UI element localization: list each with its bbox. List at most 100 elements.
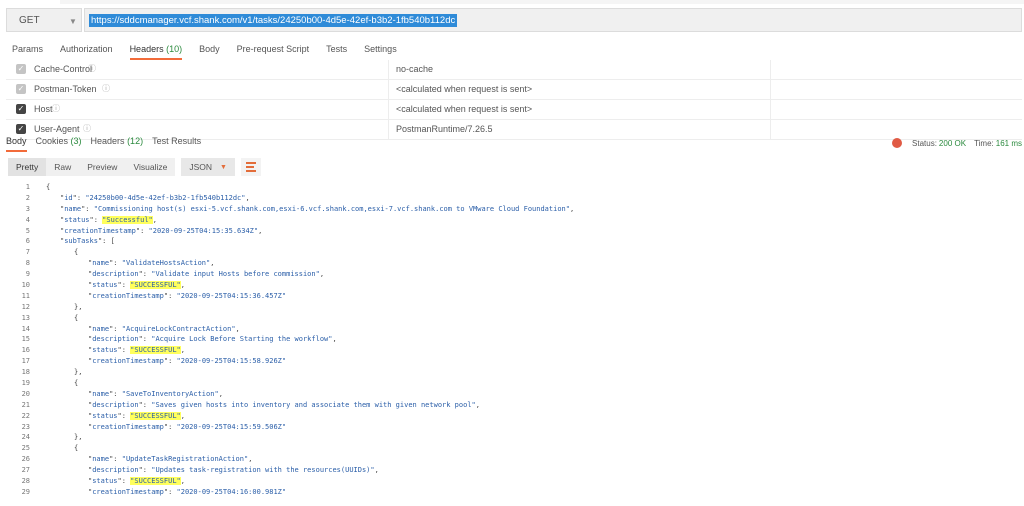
json-punct: , [475, 400, 480, 409]
code-line: 17 "creationTimestamp": "2020-09-25T04:15… [0, 356, 1024, 367]
method-select[interactable]: GET ▼ [6, 8, 82, 32]
json-value: "SaveToInventoryAction" [121, 389, 219, 398]
line-number: 14 [21, 324, 30, 333]
json-value-text: 2020-09-25T04:15:58.926Z [180, 357, 282, 366]
json-value: "2020-09-25T04:16:00.981Z" [176, 487, 287, 496]
format-select[interactable]: JSON ▼ [181, 158, 235, 176]
time-value: 161 ms [995, 138, 1022, 148]
code-text: "status": "Successful", [60, 215, 157, 224]
json-value-text: Successful [106, 215, 149, 224]
json-value: "2020-09-25T04:15:58.926Z" [176, 357, 287, 366]
line-number: 22 [21, 411, 30, 420]
tab-label: Settings [364, 44, 397, 54]
code-text: { [46, 182, 50, 193]
json-value-text: ValidateHostsAction [125, 259, 207, 268]
tab-body[interactable]: Body [199, 44, 220, 60]
code-line: 3 "name": "Commissioning host(s) esxi-5.v… [0, 204, 1024, 215]
tab-params[interactable]: Params [12, 44, 43, 60]
line-number: 23 [21, 422, 30, 431]
header-checkbox[interactable]: ✓ [16, 124, 26, 134]
method-label: GET [19, 14, 40, 26]
request-bar: GET ▼ https://sddcmanager.vcf.shank.com/… [6, 8, 1022, 32]
json-value-text: Commissioning host(s) esxi-5.vcf.shank.c… [97, 204, 566, 213]
json-key: id [64, 193, 73, 202]
line-number: 8 [25, 259, 30, 268]
tab-authorization[interactable]: Authorization [60, 44, 113, 60]
header-value[interactable]: PostmanRuntime/7.26.5 [396, 124, 493, 134]
view-visualize-button[interactable]: Visualize [125, 158, 176, 176]
time-label: Time: [974, 138, 994, 148]
header-value[interactable]: no-cache [396, 64, 433, 74]
json-punct: }, [74, 302, 83, 311]
response-tab-cookies[interactable]: Cookies (3) [36, 136, 82, 152]
response-body: 1{2 "id": "24250b00-4d5e-42ef-b3b2-1fb540… [0, 182, 1024, 498]
wrap-lines-icon[interactable] [240, 158, 261, 176]
response-tab-headers[interactable]: Headers (12) [91, 136, 144, 152]
json-value-text: SUCCESSFUL [134, 346, 177, 355]
header-checkbox[interactable]: ✓ [16, 84, 26, 94]
view-preview-button[interactable]: Preview [79, 158, 126, 176]
header-row: ✓ Postman-Token ⓘ <calculated when request … [6, 80, 1022, 100]
request-tabs: Params Authorization Headers (10) Body Pre-r… [12, 44, 414, 60]
info-icon[interactable]: ⓘ [83, 123, 91, 134]
tab-label: Headers [129, 44, 167, 54]
response-tab-test-results[interactable]: Test Results [152, 136, 201, 152]
code-line: 13 { [0, 313, 1024, 324]
json-punct: , [180, 346, 185, 355]
json-punct: }, [74, 433, 83, 442]
header-key[interactable]: User-Agent [34, 124, 80, 134]
json-key: creationTimestamp [92, 422, 164, 431]
tab-tests[interactable]: Tests [326, 44, 347, 60]
code-text: "description": "Updates task-registratio… [88, 466, 379, 475]
view-pretty-button[interactable]: Pretty [8, 158, 47, 176]
code-text: "name": "Commissioning host(s) esxi-5.vc… [60, 204, 575, 213]
wrap-icon-line [245, 162, 256, 164]
code-line: 27 "description": "Updates task-registrat… [0, 465, 1024, 476]
header-value[interactable]: <calculated when request is sent> [396, 104, 532, 114]
globe-icon[interactable] [892, 138, 903, 148]
json-key: status [92, 346, 118, 355]
code-line: 28 "status": "SUCCESSFUL", [0, 476, 1024, 487]
json-punct: , [180, 477, 185, 486]
json-key: creationTimestamp [64, 226, 136, 235]
header-key[interactable]: Postman-Token [34, 84, 97, 94]
tab-label: Test Results [152, 136, 202, 146]
tab-settings[interactable]: Settings [364, 44, 397, 60]
view-raw-button[interactable]: Raw [46, 158, 80, 176]
json-key: name [92, 455, 110, 464]
status-value: 200 OK [938, 138, 967, 148]
tab-label: Pre-request Script [236, 44, 310, 54]
line-number: 28 [21, 477, 30, 486]
code-text: { [74, 247, 78, 258]
tab-pre-request-script[interactable]: Pre-request Script [237, 44, 310, 60]
url-input[interactable]: https://sddcmanager.vcf.shank.com/v1/tas… [84, 8, 1022, 32]
json-punct: , [248, 455, 253, 464]
info-icon[interactable]: ⓘ [102, 83, 110, 94]
header-key[interactable]: Host [34, 104, 53, 114]
header-checkbox[interactable]: ✓ [16, 64, 26, 74]
header-row: ✓ Host ⓘ <calculated when request is sent> [6, 100, 1022, 120]
json-value: "SUCCESSFUL" [130, 281, 181, 290]
header-key[interactable]: Cache-Control [34, 64, 92, 74]
json-value: "Saves given hosts into inventory and as… [151, 400, 476, 409]
line-number: 17 [21, 357, 30, 366]
code-line: 7{ [0, 247, 1024, 258]
json-punct: , [180, 281, 185, 290]
info-icon[interactable]: ⓘ [52, 103, 60, 114]
code-line: 12}, [0, 302, 1024, 313]
info-icon[interactable]: ⓘ [88, 63, 96, 74]
code-text: }, [74, 432, 82, 443]
top-banner [0, 0, 1024, 4]
json-key: name [92, 389, 110, 398]
code-line: 15 "description": "Acquire Lock Before St… [0, 334, 1024, 345]
json-punct: { [46, 183, 51, 191]
response-tab-body[interactable]: Body [6, 136, 27, 152]
line-number: 5 [25, 226, 30, 235]
header-checkbox[interactable]: ✓ [16, 104, 26, 114]
json-value-text: SUCCESSFUL [134, 411, 177, 420]
tab-headers[interactable]: Headers (10) [129, 44, 183, 60]
json-value-text: 2020-09-25T04:15:35.634Z [152, 226, 254, 235]
line-number: 27 [21, 466, 30, 475]
header-value[interactable]: <calculated when request is sent> [396, 84, 532, 94]
code-text: "creationTimestamp": "2020-09-25T04:15:3… [60, 226, 263, 235]
